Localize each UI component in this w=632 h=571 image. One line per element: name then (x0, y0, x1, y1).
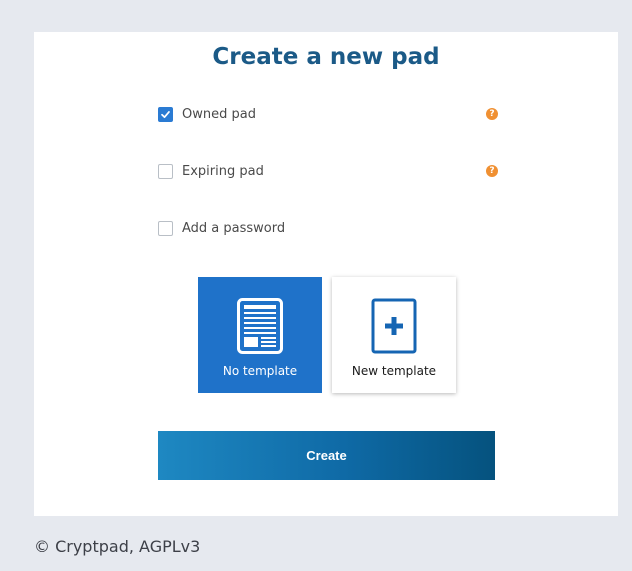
option-expiring-pad[interactable]: Expiring pad ? (158, 161, 498, 181)
expiring-pad-checkbox[interactable] (158, 163, 173, 179)
add-square-icon (371, 298, 417, 354)
template-new-template[interactable]: New template (332, 277, 456, 393)
owned-pad-checkbox[interactable] (158, 106, 173, 122)
create-button[interactable]: Create (158, 431, 495, 480)
option-owned-pad[interactable]: Owned pad ? (158, 104, 498, 124)
no-template-label: No template (222, 364, 298, 378)
checkmark-icon (161, 110, 170, 118)
create-pad-dialog: Create a new pad Owned pad ? Expiring pa… (34, 32, 618, 516)
dialog-title: Create a new pad (212, 44, 440, 70)
question-circle-icon[interactable]: ? (486, 165, 498, 177)
document-icon (237, 298, 283, 354)
owned-pad-label: Owned pad (182, 106, 256, 122)
add-password-label: Add a password (182, 220, 286, 236)
new-template-label: New template (351, 364, 437, 378)
template-no-template[interactable]: No template (198, 277, 322, 393)
footer-license: © Cryptpad, AGPLv3 (34, 537, 201, 556)
add-password-checkbox[interactable] (158, 220, 173, 236)
question-circle-icon[interactable]: ? (486, 108, 498, 120)
option-add-password[interactable]: Add a password (158, 218, 498, 238)
expiring-pad-label: Expiring pad (182, 163, 264, 179)
